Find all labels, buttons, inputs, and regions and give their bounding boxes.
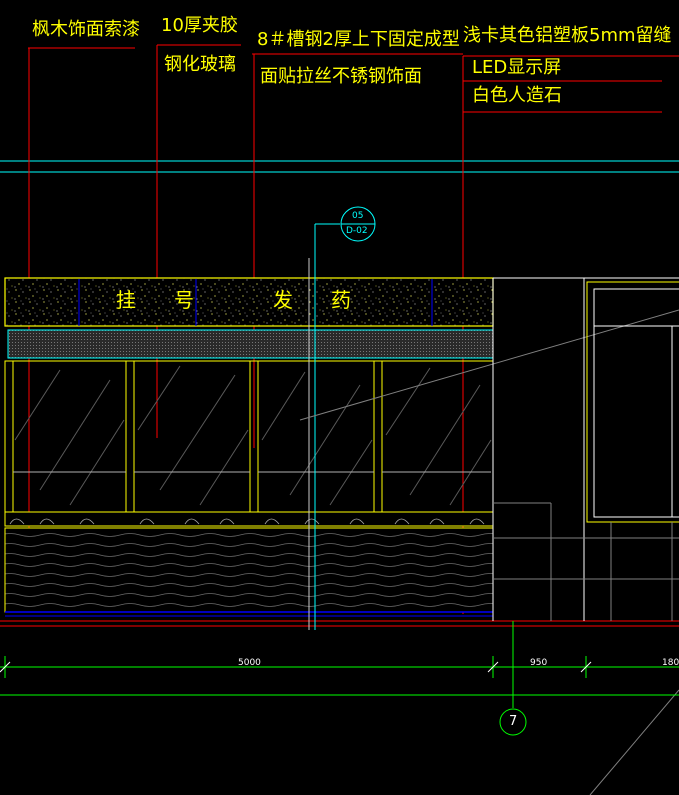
led-screen — [7, 329, 494, 359]
sign-char-1: 挂 — [116, 288, 136, 312]
label-laminated-glass-2: 钢化玻璃 — [164, 54, 236, 75]
diag-line-2 — [589, 689, 679, 795]
stone-counter — [4, 527, 494, 613]
ornament-band — [4, 511, 494, 527]
label-stainless: 面贴拉丝不锈钢饰面 — [260, 66, 422, 87]
label-maple-veneer: 枫木饰面索漆 — [32, 19, 140, 40]
wall-tiles — [493, 502, 679, 621]
section-tag-bottom: D-02 — [346, 226, 368, 236]
axis-grid-label: 7 — [509, 714, 518, 729]
sign-band — [4, 277, 494, 327]
glass-reflections — [14, 365, 492, 506]
dimension-950: 950 — [530, 658, 548, 668]
label-channel-steel: 8＃槽钢2厚上下固定成型 — [257, 29, 460, 50]
dimension-180: 180 — [662, 658, 679, 668]
door-frame-inner — [593, 288, 679, 518]
section-tag-top: 05 — [352, 211, 364, 221]
dimension-5000: 5000 — [238, 658, 261, 668]
sign-char-4: 药 — [331, 288, 351, 312]
sign-char-2: 号 — [174, 288, 194, 312]
label-laminated-glass-1: 10厚夹胶 — [161, 15, 238, 36]
elevation-drawing — [0, 44, 679, 795]
door-frame-outer — [586, 281, 679, 523]
sign-char-3: 发 — [273, 288, 293, 312]
label-stone: 白色人造石 — [472, 85, 562, 106]
label-aluminum-plastic: 浅卡其色铝塑板5mm留缝 — [463, 25, 672, 46]
label-led: LED显示屏 — [472, 57, 562, 78]
glass-mullions — [4, 360, 383, 513]
